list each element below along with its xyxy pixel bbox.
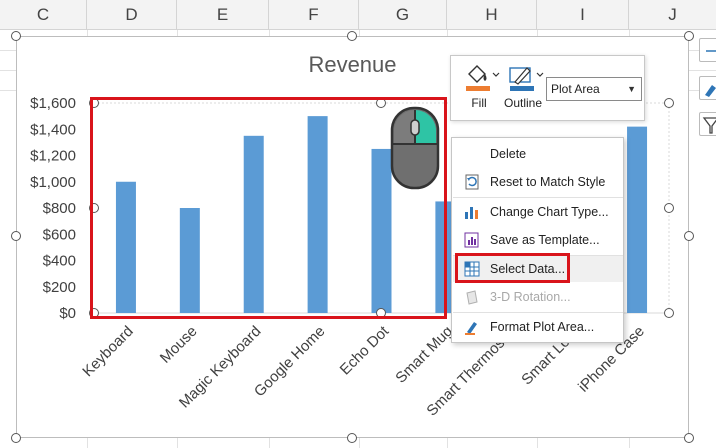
plot-area-handle[interactable]	[664, 98, 674, 108]
menu-item-format-plot-area[interactable]: Format Plot Area...	[453, 314, 623, 340]
change-chart-type-icon	[465, 207, 478, 219]
outline-label: Outline	[503, 96, 543, 110]
bar[interactable]	[627, 126, 648, 313]
menu-item-label: Reset to Match Style	[490, 175, 606, 189]
select-data-highlight	[455, 253, 570, 283]
menu-item-label: 3-D Rotation...	[490, 290, 571, 304]
y-tick-label: $1,400	[30, 121, 76, 138]
menu-item-label: Change Chart Type...	[490, 205, 609, 219]
y-tick-labels: $0 $200 $400 $600 $800 $1,000 $1,200 $1,400 $1,6…	[30, 95, 76, 322]
save-template-icon	[464, 232, 479, 248]
outline-pen-icon	[509, 67, 544, 91]
plot-area-handle[interactable]	[664, 203, 674, 213]
y-tick-label: $1,000	[30, 174, 76, 191]
menu-item-change-chart-type[interactable]: Change Chart Type...	[453, 199, 623, 225]
menu-item-reset-to-match-style[interactable]: Reset to Match Style	[453, 169, 623, 195]
menu-separator	[453, 197, 623, 198]
y-tick-label: $1,200	[30, 148, 76, 165]
format-plot-area-icon	[465, 322, 477, 335]
menu-item-save-as-template[interactable]: Save as Template...	[453, 227, 623, 253]
context-menu: Delete Reset to Match Style Change Chart…	[451, 137, 624, 343]
y-tick-label: $600	[43, 226, 76, 243]
fill-bucket-icon	[466, 65, 500, 91]
format-mini-toolbar: Fill Outline Plot Area ▼	[450, 55, 645, 121]
y-tick-label: $1,600	[30, 95, 76, 112]
category-label: Smart Mug	[392, 323, 456, 387]
outline-button[interactable]: Outline	[501, 60, 545, 118]
plot-area-handle[interactable]	[664, 308, 674, 318]
chart-elements-button[interactable]	[699, 38, 716, 62]
chart-styles-button[interactable]	[699, 76, 716, 100]
y-tick-label: $200	[43, 279, 76, 296]
menu-item-label: Delete	[490, 147, 527, 161]
fill-button[interactable]: Fill	[457, 60, 501, 118]
rotation-3d-icon	[466, 290, 478, 305]
chevron-down-icon: ▼	[627, 84, 636, 94]
reset-style-icon	[465, 174, 479, 190]
filter-icon	[702, 117, 716, 134]
plus-icon	[706, 50, 716, 52]
category-label: Mouse	[157, 323, 201, 367]
menu-item-label: Save as Template...	[490, 233, 600, 247]
fill-label: Fill	[471, 96, 487, 110]
mouse-icon	[390, 106, 440, 190]
category-label: Keyboard	[79, 323, 136, 380]
menu-item-delete[interactable]: Delete	[453, 141, 623, 167]
chart-filters-button[interactable]	[699, 112, 716, 136]
y-tick-label: $400	[43, 253, 76, 270]
y-tick-label: $0	[59, 305, 76, 322]
category-label: Echo Dot	[337, 322, 393, 378]
menu-separator	[453, 312, 623, 313]
y-tick-label: $800	[43, 200, 76, 217]
menu-item-3d-rotation: 3-D Rotation...	[453, 284, 623, 310]
chart-element-select-value: Plot Area	[551, 82, 600, 96]
chart-element-select[interactable]: Plot Area ▼	[546, 77, 642, 101]
menu-item-label: Format Plot Area...	[490, 320, 595, 334]
brush-icon	[705, 85, 716, 97]
